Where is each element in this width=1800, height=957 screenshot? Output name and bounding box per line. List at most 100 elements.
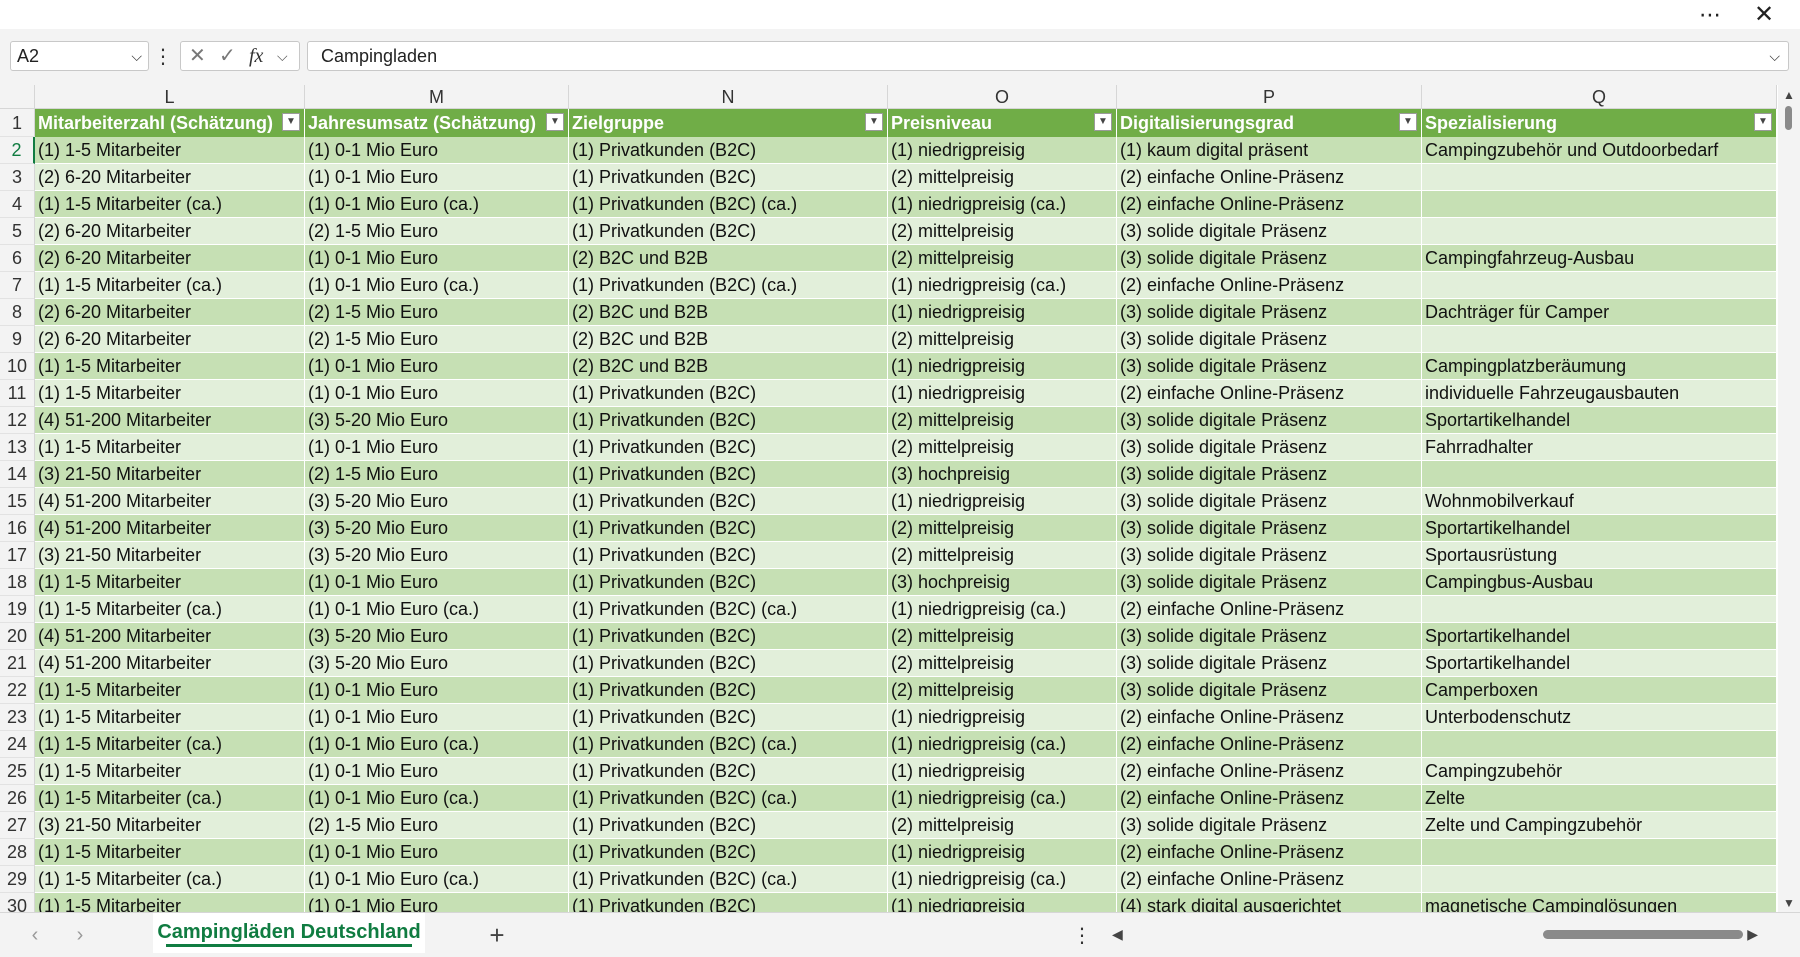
table-cell[interactable]: (2) 1-5 Mio Euro: [305, 218, 569, 245]
table-cell[interactable]: [1422, 218, 1777, 245]
table-cell[interactable]: (4) 51-200 Mitarbeiter: [35, 515, 305, 542]
table-cell[interactable]: (1) 0-1 Mio Euro (ca.): [305, 866, 569, 893]
table-cell[interactable]: Sportartikelhandel: [1422, 407, 1777, 434]
row-header[interactable]: 5: [0, 218, 35, 245]
table-cell[interactable]: (3) 5-20 Mio Euro: [305, 407, 569, 434]
column-header-n[interactable]: N: [569, 85, 888, 109]
vertical-dots-icon[interactable]: ⋮: [153, 41, 173, 71]
next-sheet-icon[interactable]: ›: [65, 913, 95, 957]
table-cell[interactable]: (1) niedrigpreisig (ca.): [888, 191, 1117, 218]
table-cell[interactable]: (2) mittelpreisig: [888, 623, 1117, 650]
table-cell[interactable]: (1) Privatkunden (B2C): [569, 434, 888, 461]
spreadsheet-grid[interactable]: L Mitarbeiterzahl (Schätzung) ▼ M Jahresumsa…: [0, 85, 1800, 912]
table-cell[interactable]: (3) 21-50 Mitarbeiter: [35, 542, 305, 569]
table-cell[interactable]: (1) niedrigpreisig: [888, 839, 1117, 866]
table-cell[interactable]: [1422, 731, 1777, 758]
table-cell[interactable]: (1) Privatkunden (B2C): [569, 839, 888, 866]
table-cell[interactable]: (2) B2C und B2B: [569, 353, 888, 380]
table-cell[interactable]: [1422, 866, 1777, 893]
table-cell[interactable]: (3) solide digitale Präsenz: [1117, 353, 1422, 380]
table-cell[interactable]: (3) 21-50 Mitarbeiter: [35, 812, 305, 839]
table-cell[interactable]: (1) Privatkunden (B2C): [569, 650, 888, 677]
select-all-corner[interactable]: [0, 85, 35, 109]
table-cell[interactable]: (2) 1-5 Mio Euro: [305, 461, 569, 488]
table-cell[interactable]: (2) einfache Online-Präsenz: [1117, 785, 1422, 812]
table-cell[interactable]: (1) 0-1 Mio Euro (ca.): [305, 731, 569, 758]
table-cell[interactable]: (1) Privatkunden (B2C): [569, 812, 888, 839]
table-cell[interactable]: (2) einfache Online-Präsenz: [1117, 164, 1422, 191]
table-cell[interactable]: (1) Privatkunden (B2C) (ca.): [569, 866, 888, 893]
table-cell[interactable]: [1422, 461, 1777, 488]
table-cell[interactable]: (2) 6-20 Mitarbeiter: [35, 299, 305, 326]
table-cell[interactable]: (1) 1-5 Mitarbeiter (ca.): [35, 731, 305, 758]
table-cell[interactable]: (1) 0-1 Mio Euro: [305, 569, 569, 596]
table-cell[interactable]: (1) 1-5 Mitarbeiter (ca.): [35, 191, 305, 218]
filter-dropdown-icon[interactable]: ▼: [1399, 113, 1417, 131]
scroll-left-icon[interactable]: ◀: [1112, 926, 1123, 943]
table-cell[interactable]: (1) niedrigpreisig: [888, 299, 1117, 326]
table-cell[interactable]: Sportartikelhandel: [1422, 650, 1777, 677]
prev-sheet-icon[interactable]: ‹: [20, 913, 50, 957]
table-cell[interactable]: (1) Privatkunden (B2C): [569, 380, 888, 407]
row-header[interactable]: 20: [0, 623, 35, 650]
table-cell[interactable]: (1) Privatkunden (B2C): [569, 515, 888, 542]
table-cell[interactable]: (1) 0-1 Mio Euro: [305, 758, 569, 785]
table-cell[interactable]: (2) 6-20 Mitarbeiter: [35, 245, 305, 272]
table-cell[interactable]: [1422, 164, 1777, 191]
row-header[interactable]: 28: [0, 839, 35, 866]
table-cell[interactable]: (1) Privatkunden (B2C) (ca.): [569, 596, 888, 623]
table-cell[interactable]: (1) Privatkunden (B2C): [569, 758, 888, 785]
table-cell[interactable]: (3) 5-20 Mio Euro: [305, 650, 569, 677]
scroll-down-icon[interactable]: ▼: [1783, 896, 1795, 910]
table-cell[interactable]: Campingplatzberäumung: [1422, 353, 1777, 380]
table-cell[interactable]: Wohnmobilverkauf: [1422, 488, 1777, 515]
table-cell[interactable]: (2) mittelpreisig: [888, 245, 1117, 272]
table-cell[interactable]: (1) Privatkunden (B2C) (ca.): [569, 272, 888, 299]
scroll-right-icon[interactable]: ▶: [1747, 926, 1758, 943]
table-cell[interactable]: (1) Privatkunden (B2C): [569, 677, 888, 704]
row-header[interactable]: 3: [0, 164, 35, 191]
row-header[interactable]: 4: [0, 191, 35, 218]
table-header-cell[interactable]: Jahresumsatz (Schätzung) ▼: [305, 109, 569, 137]
table-cell[interactable]: (3) 5-20 Mio Euro: [305, 623, 569, 650]
table-cell[interactable]: (2) mittelpreisig: [888, 434, 1117, 461]
add-sheet-icon[interactable]: +: [485, 913, 509, 957]
table-cell[interactable]: (2) mittelpreisig: [888, 218, 1117, 245]
table-cell[interactable]: Camperboxen: [1422, 677, 1777, 704]
table-cell[interactable]: Fahrradhalter: [1422, 434, 1777, 461]
table-cell[interactable]: (1) niedrigpreisig (ca.): [888, 785, 1117, 812]
row-header[interactable]: 12: [0, 407, 35, 434]
row-header[interactable]: 9: [0, 326, 35, 353]
table-cell[interactable]: (2) mittelpreisig: [888, 650, 1117, 677]
table-cell[interactable]: Zelte und Campingzubehör: [1422, 812, 1777, 839]
table-cell[interactable]: (2) 1-5 Mio Euro: [305, 812, 569, 839]
table-cell[interactable]: (4) 51-200 Mitarbeiter: [35, 650, 305, 677]
table-cell[interactable]: (1) 1-5 Mitarbeiter: [35, 704, 305, 731]
table-cell[interactable]: [1422, 839, 1777, 866]
table-cell[interactable]: (1) Privatkunden (B2C): [569, 488, 888, 515]
table-cell[interactable]: (1) 0-1 Mio Euro: [305, 704, 569, 731]
table-header-cell[interactable]: Mitarbeiterzahl (Schätzung) ▼: [35, 109, 305, 137]
cancel-icon[interactable]: ✕: [189, 42, 206, 70]
table-cell[interactable]: [1422, 326, 1777, 353]
more-options-icon[interactable]: ⋯: [1690, 0, 1730, 29]
table-cell[interactable]: (1) 1-5 Mitarbeiter: [35, 137, 305, 164]
table-cell[interactable]: (1) 1-5 Mitarbeiter: [35, 353, 305, 380]
expand-formula-icon[interactable]: ⌵: [1769, 42, 1780, 70]
row-header[interactable]: 6: [0, 245, 35, 272]
table-cell[interactable]: (2) mittelpreisig: [888, 326, 1117, 353]
table-cell[interactable]: (1) niedrigpreisig: [888, 380, 1117, 407]
table-cell[interactable]: (3) 5-20 Mio Euro: [305, 515, 569, 542]
table-cell[interactable]: (1) Privatkunden (B2C): [569, 461, 888, 488]
table-cell[interactable]: (1) 0-1 Mio Euro: [305, 164, 569, 191]
table-cell[interactable]: (3) hochpreisig: [888, 569, 1117, 596]
row-header[interactable]: 17: [0, 542, 35, 569]
table-cell[interactable]: (3) solide digitale Präsenz: [1117, 650, 1422, 677]
table-cell[interactable]: (1) niedrigpreisig (ca.): [888, 596, 1117, 623]
table-cell[interactable]: (1) 1-5 Mitarbeiter: [35, 839, 305, 866]
table-cell[interactable]: (2) B2C und B2B: [569, 299, 888, 326]
table-cell[interactable]: (1) 1-5 Mitarbeiter: [35, 677, 305, 704]
close-icon[interactable]: ✕: [1744, 0, 1784, 29]
table-cell[interactable]: (3) solide digitale Präsenz: [1117, 245, 1422, 272]
table-cell[interactable]: (3) solide digitale Präsenz: [1117, 218, 1422, 245]
